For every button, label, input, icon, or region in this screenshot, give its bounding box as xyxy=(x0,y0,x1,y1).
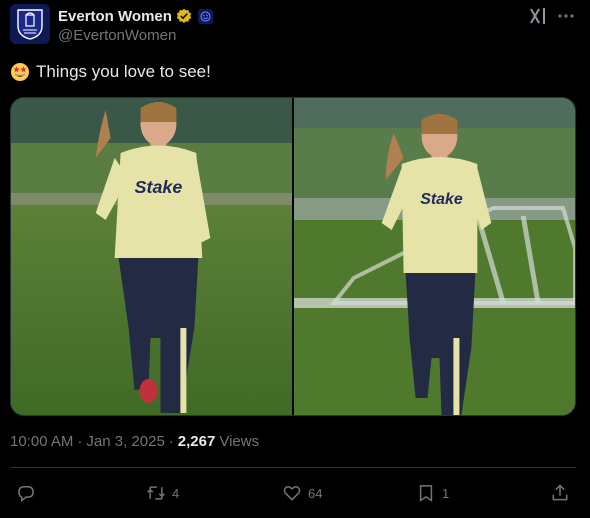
share-button[interactable] xyxy=(550,478,570,508)
grok-icon[interactable] xyxy=(528,6,548,26)
everton-crest-icon xyxy=(17,9,43,40)
kit-sponsor-text-2: Stake xyxy=(420,191,463,208)
media-photo-1[interactable]: Stake xyxy=(11,98,292,415)
views-label: Views xyxy=(219,433,260,450)
bookmark-button[interactable]: 1 xyxy=(416,478,449,508)
tweet-text: Things you love to see! xyxy=(10,62,211,82)
bookmark-count: 1 xyxy=(442,485,450,501)
like-count: 64 xyxy=(308,485,323,501)
avatar[interactable] xyxy=(10,4,50,44)
media-photo-2[interactable]: Stake xyxy=(294,98,575,415)
heart-icon xyxy=(283,486,301,501)
views-count[interactable]: 2,267 xyxy=(178,433,216,450)
retweet-count: 4 xyxy=(172,485,180,501)
meta-separator: · xyxy=(77,433,83,450)
gold-verified-badge-icon[interactable] xyxy=(176,8,192,24)
retweet-button[interactable]: 4 xyxy=(146,478,179,508)
tweet-time[interactable]: 10:00 AM xyxy=(10,433,73,450)
media-gallery[interactable]: Stake Stake xyxy=(10,97,576,416)
share-icon xyxy=(552,484,568,501)
author-handle[interactable]: @EvertonWomen xyxy=(58,27,213,44)
affiliate-badge-icon[interactable] xyxy=(197,8,213,24)
star-struck-emoji-icon xyxy=(11,63,29,81)
author-display-name[interactable]: Everton Women xyxy=(58,8,172,25)
tweet-date[interactable]: Jan 3, 2025 xyxy=(86,433,164,450)
divider xyxy=(10,467,576,468)
action-bar: 4 64 1 xyxy=(10,478,576,508)
more-options-icon[interactable] xyxy=(556,6,576,26)
kit-sponsor-text-1: Stake xyxy=(135,177,183,197)
meta-separator-2: · xyxy=(168,433,174,450)
tweet-metadata: 10:00 AM · Jan 3, 2025 · 2,267 Views xyxy=(10,433,259,450)
reply-icon xyxy=(18,486,34,503)
bookmark-icon xyxy=(419,485,433,502)
tweet-text-content: Things you love to see! xyxy=(36,62,211,81)
like-button[interactable]: 64 xyxy=(282,478,322,508)
reply-button[interactable] xyxy=(16,478,42,508)
tweet-header: Everton Women @EvertonWomen xyxy=(10,4,580,48)
retweet-icon xyxy=(147,486,165,500)
